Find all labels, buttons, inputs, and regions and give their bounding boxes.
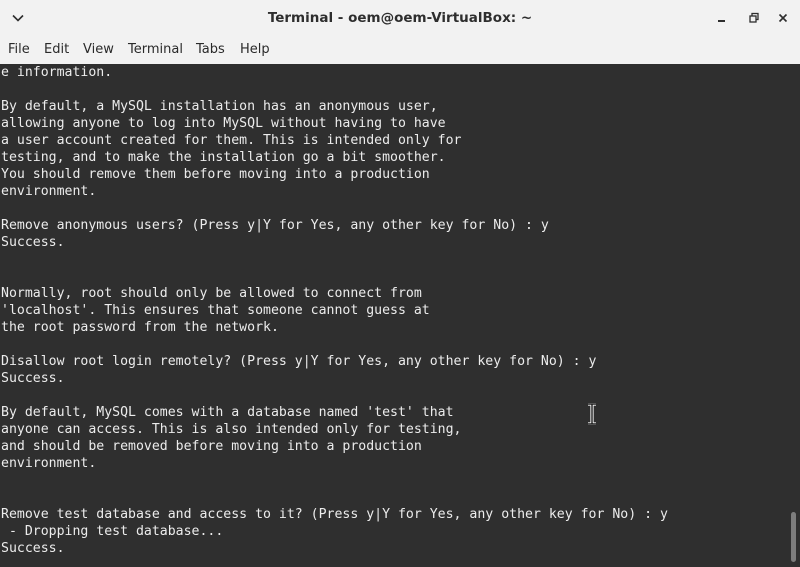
close-button[interactable] [771, 6, 795, 30]
terminal-line: By default, MySQL comes with a database … [1, 405, 454, 420]
terminal-line: anyone can access. This is also intended… [1, 422, 462, 437]
maximize-button[interactable] [742, 6, 766, 30]
title-bar[interactable]: Terminal - oem@oem-VirtualBox: ~ [0, 0, 800, 36]
terminal-line: and should be removed before moving into… [1, 439, 422, 454]
terminal-line: You should remove them before moving int… [1, 167, 430, 182]
window-title: Terminal - oem@oem-VirtualBox: ~ [267, 10, 533, 26]
terminal-line: environment. [1, 184, 97, 199]
terminal-line: Remove test database and access to it? (… [1, 507, 668, 522]
terminal-window: Terminal - oem@oem-VirtualBox: ~ File Ed… [0, 0, 800, 567]
terminal-line: By default, a MySQL installation has an … [1, 99, 438, 114]
terminal-line: - Dropping test database... [1, 524, 224, 539]
terminal-line: the root password from the network. [1, 320, 279, 335]
terminal-line: environment. [1, 456, 97, 471]
scrollbar-thumb[interactable] [791, 512, 796, 562]
terminal-output[interactable]: e information. By default, a MySQL insta… [0, 64, 785, 567]
terminal-line: Normally, root should only be allowed to… [1, 286, 422, 301]
terminal-line: Disallow root login remotely? (Press y|Y… [1, 354, 597, 369]
minimize-icon [718, 20, 725, 22]
maximize-icon [749, 12, 759, 23]
close-icon [778, 13, 788, 23]
menu-bar: File Edit View Terminal Tabs Help [0, 36, 800, 64]
terminal-line: 'localhost'. This ensures that someone c… [1, 303, 430, 318]
text-cursor-icon [588, 403, 596, 425]
minimize-button[interactable] [710, 6, 734, 30]
menu-view[interactable]: View [83, 36, 114, 64]
menu-edit[interactable]: Edit [44, 36, 69, 64]
menu-help[interactable]: Help [240, 36, 270, 64]
menu-tabs[interactable]: Tabs [196, 36, 225, 64]
terminal-line: Success. [1, 371, 65, 386]
terminal-line: testing, and to make the installation go… [1, 150, 446, 165]
menu-terminal[interactable]: Terminal [128, 36, 183, 64]
terminal-line: a user account created for them. This is… [1, 133, 462, 148]
terminal-line: Success. [1, 541, 65, 556]
vertical-scrollbar[interactable] [785, 64, 800, 567]
terminal-line: allowing anyone to log into MySQL withou… [1, 116, 446, 131]
terminal-line: Success. [1, 235, 65, 250]
terminal-line: e information. [1, 65, 113, 80]
menu-file[interactable]: File [8, 36, 30, 64]
terminal-line: Remove anonymous users? (Press y|Y for Y… [1, 218, 549, 233]
